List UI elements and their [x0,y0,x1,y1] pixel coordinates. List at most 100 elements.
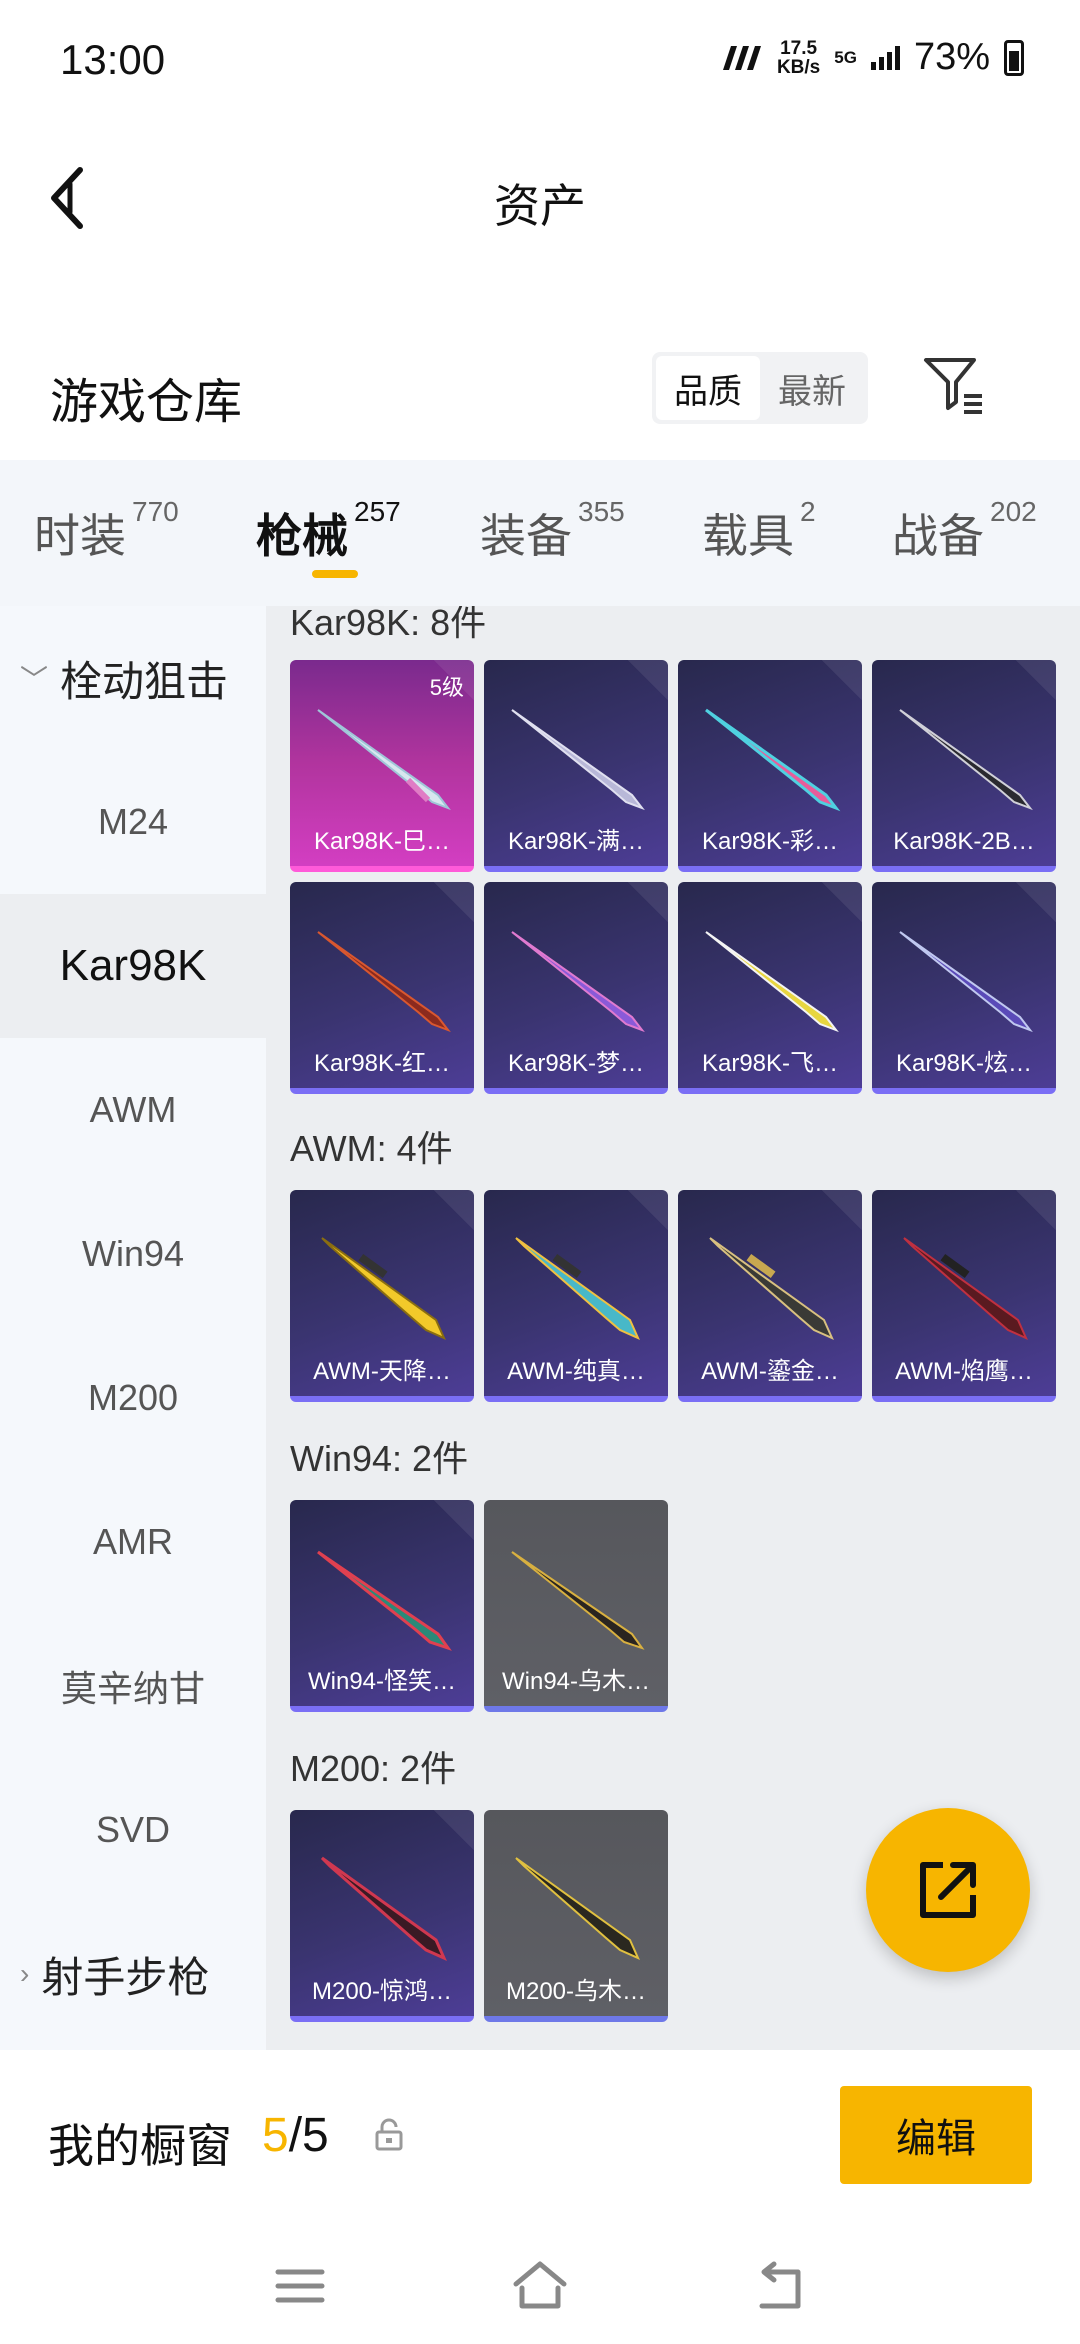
chevron-down-icon: ﹀ [20,664,49,695]
signal-icon [870,45,900,70]
sniper-icon [709,1237,834,1340]
weapon-card[interactable]: M200-乌木… [484,1810,668,2022]
showcase-title: 我的橱窗 [48,2120,232,2172]
tab-weapons[interactable]: 枪械 257 [256,496,401,566]
weapon-card[interactable]: AWM-天降… [290,1190,474,1402]
weapon-name: Kar98K-飞… [701,1050,839,1077]
section-title-awm: AWM: 4件 [290,1128,453,1169]
lock-icon [375,2118,403,2151]
warehouse-row: 游戏仓库 品质 最新 [0,330,1080,450]
weapon-name: M200-乌木… [505,1978,647,2005]
warehouse-title: 游戏仓库 [50,376,243,429]
weapon-name: Win94-怪笑… [307,1668,457,1695]
network-type: 5G [834,47,857,67]
weapon-card[interactable]: Win94-乌木… [484,1500,668,1712]
app-logo-icon [722,45,761,70]
weapon-name: Kar98K-梦… [507,1050,645,1077]
weapon-name: Win94-乌木… [501,1668,651,1695]
category-tabs: 时装 770 枪械 257 装备 355 载具 2 战备 202 [0,460,1080,606]
system-nav-bar [0,2236,1080,2344]
network-speed: 17.5 KB/s [776,37,821,78]
home-icon[interactable] [510,2256,570,2316]
sidebar-group-bolt-action[interactable]: ﹀ 栓动狙击 [0,606,266,750]
edit-button[interactable]: 编辑 [840,2086,1032,2184]
sniper-icon [903,1237,1028,1340]
active-tab-indicator [312,570,358,578]
showcase-bar: 我的橱窗 5/5 编辑 [0,2050,1080,2236]
weapon-card[interactable]: Kar98K-满… [484,660,668,872]
share-button[interactable] [866,1808,1030,1972]
rifle-icon [899,931,1033,1033]
page-title: 资产 [494,180,586,232]
sidebar-item-win94[interactable]: Win94 [0,1182,266,1326]
weapon-name: AWM-天降… [313,1358,451,1385]
status-time: 13:00 [60,36,166,83]
weapon-card[interactable]: Kar98K-彩… [678,660,862,872]
weapon-name: Kar98K-满… [507,828,645,855]
weapon-name: Kar98K-2B… [893,828,1035,855]
sidebar-item-kar98k[interactable]: Kar98K [0,894,266,1038]
rifle-icon [511,709,645,811]
filter-icon[interactable] [920,352,986,418]
weapon-card[interactable]: Kar98K-2B… [872,660,1056,872]
section-title-win94: Win94: 2件 [290,1438,469,1479]
sidebar-item-m24[interactable]: M24 [0,750,266,894]
weapon-card[interactable]: 5级 Kar98K-巳… [290,660,474,872]
weapon-name: Kar98K-彩… [701,828,839,855]
weapon-name: AWM-鎏金… [701,1358,839,1385]
status-bar: 13:00 17.5 KB/s 5G 73% [0,0,1080,120]
rifle-icon [317,1550,452,1651]
weapon-name: AWM-焰鹰… [895,1358,1033,1385]
sidebar-item-amr[interactable]: AMR [0,1470,266,1614]
battery-percent: 73% [913,36,990,78]
rifle-icon [511,1551,645,1650]
weapon-name: Kar98K-巳… [313,828,451,855]
sniper-icon [320,1856,447,1961]
weapon-card[interactable]: AWM-焰鹰… [872,1190,1056,1402]
status-icons: 17.5 KB/s 5G 73% [721,36,1024,79]
weapon-name: AWM-纯真… [507,1358,645,1385]
rifle-icon [511,931,645,1033]
rifle-icon [317,931,451,1033]
sidebar-group-marksman[interactable]: › 射手步枪 [0,1902,266,2046]
sidebar-item-m200[interactable]: M200 [0,1326,266,1470]
weapon-card[interactable]: Kar98K-飞… [678,882,862,1094]
weapon-name: Kar98K-炫… [895,1050,1033,1077]
section-title-kar98k: Kar98K: 8件 [290,606,487,643]
weapon-card[interactable]: AWM-鎏金… [678,1190,862,1402]
weapon-card[interactable]: Kar98K-梦… [484,882,668,1094]
tab-vehicles[interactable]: 载具 2 [702,496,816,566]
weapon-card[interactable]: Win94-怪笑… [290,1500,474,1712]
weapon-card[interactable]: Kar98K-红… [290,882,474,1094]
sidebar-item-mosin[interactable]: 莫辛纳甘 [0,1614,266,1758]
share-icon [920,1862,976,1918]
rifle-icon [317,709,451,811]
chevron-right-icon: › [20,1958,30,1989]
weapon-name: M200-惊鸿… [311,1978,453,2005]
sidebar-item-awm[interactable]: AWM [0,1038,266,1182]
section-title-m200: M200: 2件 [290,1748,457,1789]
app-header: 资产 [0,120,1080,276]
sidebar-item-svd[interactable]: SVD [0,1758,266,1902]
tab-equipment[interactable]: 装备 355 [480,496,625,566]
back-nav-icon[interactable] [750,2256,810,2316]
sort-option-newest[interactable]: 最新 [760,356,864,420]
sniper-icon [515,1237,640,1340]
tab-combat-gear[interactable]: 战备 202 [892,496,1037,566]
showcase-count: 5/5 [262,2109,329,2162]
menu-icon[interactable] [270,2256,330,2316]
weapon-name: Kar98K-红… [313,1050,451,1077]
tab-fashion[interactable]: 时装 770 [34,496,179,566]
weapon-card[interactable]: AWM-纯真… [484,1190,668,1402]
battery-icon [1004,39,1024,76]
sort-toggle: 品质 最新 [652,352,868,424]
rifle-icon [705,931,839,1033]
rifle-icon [899,709,1033,811]
weapon-card[interactable]: Kar98K-炫… [872,882,1056,1094]
weapon-card[interactable]: M200-惊鸿… [290,1810,474,2022]
sniper-icon [515,1857,640,1960]
weapon-sidebar: ﹀ 栓动狙击 M24 Kar98K AWM Win94 M200 AMR 莫辛纳… [0,606,266,2050]
sort-option-quality[interactable]: 品质 [656,356,760,420]
rifle-icon [705,708,841,812]
level-badge: 5级 [429,675,464,700]
